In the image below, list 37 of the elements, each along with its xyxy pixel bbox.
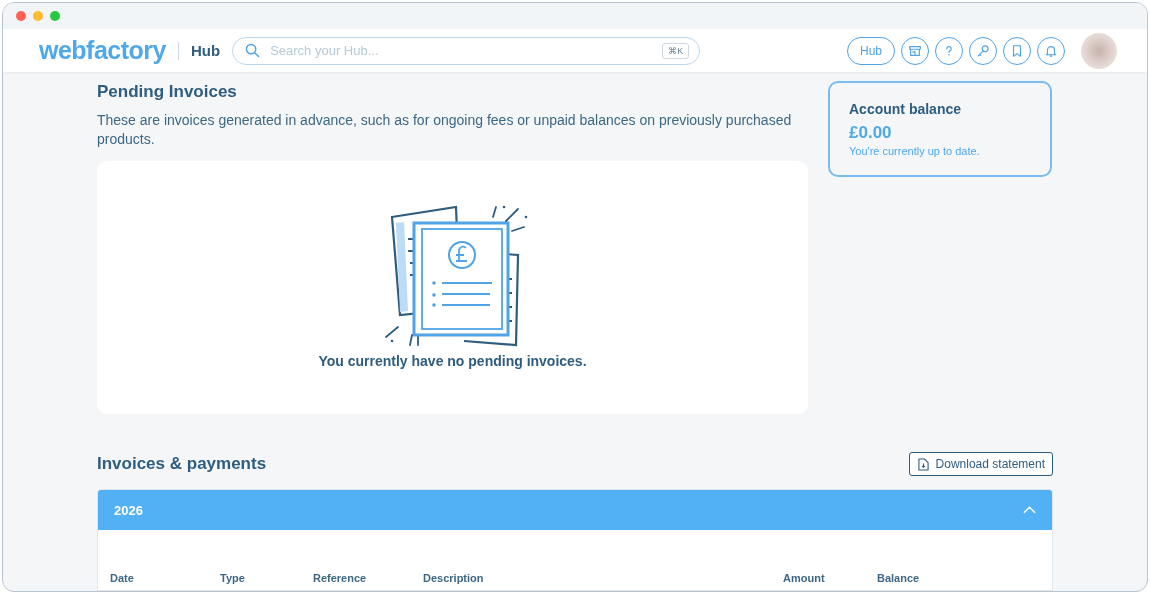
- section-heading: Invoices & payments: [97, 454, 267, 474]
- key-icon: [976, 43, 990, 58]
- store-button[interactable]: [901, 36, 929, 65]
- minimize-window-dot[interactable]: [33, 11, 43, 22]
- bookmark-button[interactable]: [1003, 36, 1031, 65]
- bell-icon: [1044, 43, 1058, 58]
- document-download-icon: [917, 457, 929, 471]
- balance-note: You're currently up to date.: [849, 145, 981, 157]
- maximize-window-dot[interactable]: [50, 11, 60, 22]
- year-accordion-header[interactable]: 2026: [98, 490, 1052, 530]
- search-field[interactable]: Search your Hub...: [268, 42, 655, 60]
- notifications-button[interactable]: [1037, 36, 1065, 65]
- column-header: Balance: [877, 572, 921, 584]
- column-header: Reference: [313, 572, 368, 584]
- column-header: Date: [110, 572, 135, 584]
- logo[interactable]: webfactory: [39, 36, 166, 66]
- column-header: Amount: [783, 572, 826, 584]
- hub-button[interactable]: Hub: [847, 36, 895, 65]
- help-button[interactable]: [935, 36, 963, 65]
- shortcut-key: ⌘K: [662, 42, 690, 59]
- column-header: Type: [220, 572, 246, 584]
- download-statement-button[interactable]: Download statement: [908, 452, 1053, 476]
- column-header: Description: [423, 572, 485, 584]
- balance-amount: £0.00: [849, 123, 893, 143]
- store-icon: [908, 43, 922, 58]
- section-description: These are invoices generated in advance, such as for ongoing fees or unpaid balances on previously purchased products.: [97, 111, 793, 149]
- close-window-dot[interactable]: [16, 11, 26, 22]
- chevron-icon: [1023, 506, 1036, 514]
- card-title: Account balance: [849, 101, 963, 117]
- search-icon: [245, 43, 261, 59]
- key-button[interactable]: [969, 36, 997, 65]
- year-label: 2026: [114, 502, 143, 518]
- section-title: Hub: [191, 42, 221, 60]
- avatar[interactable]: [1081, 32, 1117, 69]
- bookmark-icon: [1010, 43, 1024, 58]
- section-heading: Pending Invoices: [97, 82, 238, 102]
- empty-state-message: You currently have no pending invoices.: [318, 353, 587, 369]
